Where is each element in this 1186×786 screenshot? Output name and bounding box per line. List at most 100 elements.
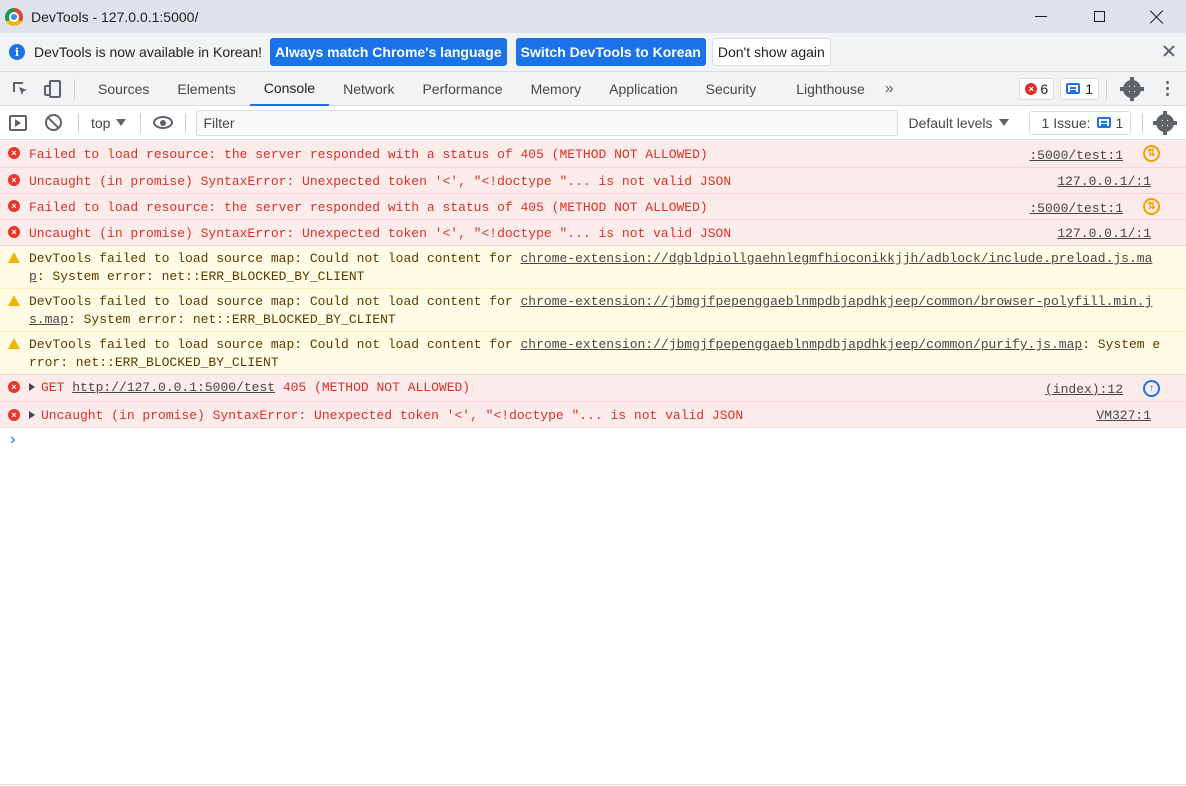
close-icon — [1150, 10, 1164, 24]
settings-button[interactable] — [1120, 76, 1144, 101]
message-text: DevTools failed to load source map: Coul… — [29, 336, 1161, 372]
language-infobar: i DevTools is now available in Korean! A… — [0, 33, 1186, 72]
console-message-warning: DevTools failed to load source map: Coul… — [0, 289, 1186, 332]
tab-performance[interactable]: Performance — [408, 72, 516, 106]
console-message-warning: DevTools failed to load source map: Coul… — [0, 332, 1186, 375]
tab-application[interactable]: Application — [595, 72, 692, 106]
message-source-link[interactable]: 127.0.0.1/:1 — [1057, 173, 1151, 191]
console-message-warning: DevTools failed to load source map: Coul… — [0, 246, 1186, 289]
service-worker-icon[interactable]: ⇅ — [1143, 198, 1160, 215]
tab-memory[interactable]: Memory — [517, 72, 596, 106]
message-source-link[interactable]: VM327:1 — [1096, 407, 1151, 425]
expand-triangle-icon[interactable] — [29, 382, 35, 391]
live-expression-eye-icon[interactable] — [153, 116, 174, 129]
separator — [140, 112, 142, 133]
devtools-tab-bar: Sources Elements Console Network Perform… — [0, 72, 1186, 106]
error-icon: × — [8, 226, 20, 238]
title-bar: DevTools - 127.0.0.1:5000/ — [0, 0, 1186, 33]
message-text: GET http://127.0.0.1:5000/test 405 (METH… — [29, 379, 470, 397]
message-counter[interactable]: 1 — [1060, 77, 1099, 100]
maximize-button[interactable] — [1070, 0, 1128, 33]
message-prefix: DevTools failed to load source map: Coul… — [29, 294, 521, 309]
gear-icon — [1153, 110, 1178, 135]
separator — [1106, 78, 1107, 99]
warning-icon — [8, 252, 20, 263]
message-icon — [1066, 83, 1081, 94]
message-text: Uncaught (in promise) SyntaxError: Unexp… — [29, 407, 743, 425]
message-text: DevTools failed to load source map: Coul… — [29, 250, 1161, 286]
error-count: 6 — [1040, 80, 1049, 97]
message-prefix: DevTools failed to load source map: Coul… — [29, 251, 521, 266]
console-message-error: × Uncaught (in promise) SyntaxError: Une… — [0, 168, 1186, 194]
request-status: 405 (METHOD NOT ALLOWED) — [282, 380, 471, 395]
maximize-icon — [1093, 11, 1105, 22]
tab-sources[interactable]: Sources — [84, 72, 163, 106]
clear-console-icon[interactable] — [45, 114, 62, 131]
console-message-error: × Uncaught (in promise) SyntaxError: Une… — [0, 220, 1186, 246]
infobar-message: DevTools is now available in Korean! — [34, 44, 263, 60]
log-levels-dropdown[interactable]: Default levels — [908, 114, 1009, 131]
minimize-button[interactable] — [1012, 0, 1070, 33]
minimize-icon — [1035, 16, 1047, 17]
window-controls — [1012, 0, 1186, 33]
chrome-logo-icon — [5, 7, 23, 26]
message-source-link[interactable]: 127.0.0.1/:1 — [1057, 225, 1151, 243]
console-message-error[interactable]: × Uncaught (in promise) SyntaxError: Une… — [0, 402, 1186, 428]
dont-show-again-button[interactable]: Don't show again — [711, 38, 831, 66]
console-message-error: × Failed to load resource: the server re… — [0, 194, 1186, 220]
console-toolbar: top Default levels 1 Issue: 1 — [0, 106, 1186, 140]
always-match-language-button[interactable]: Always match Chrome's language — [270, 38, 507, 66]
console-settings-button[interactable] — [1153, 110, 1178, 135]
gear-icon — [1120, 76, 1144, 101]
device-toolbar-icon[interactable] — [42, 78, 64, 100]
warning-icon — [8, 295, 20, 306]
chevron-down-icon — [998, 119, 1009, 126]
context-label: top — [91, 114, 111, 131]
separator — [74, 78, 75, 99]
console-message-network-error[interactable]: × GET http://127.0.0.1:5000/test 405 (ME… — [0, 375, 1186, 402]
message-source-link[interactable]: :5000/test:1 — [1029, 147, 1123, 165]
request-url-link[interactable]: http://127.0.0.1:5000/test — [72, 380, 275, 395]
tab-elements[interactable]: Elements — [163, 72, 249, 106]
tab-security[interactable]: Security — [692, 72, 783, 106]
issues-count: 1 — [1115, 114, 1124, 131]
error-icon: × — [8, 200, 20, 212]
network-request-icon[interactable]: ↑ — [1143, 380, 1160, 397]
tab-console[interactable]: Console — [249, 72, 330, 106]
infobar-close-icon[interactable] — [1162, 44, 1176, 58]
message-source-link[interactable]: (index):12 — [1045, 381, 1123, 399]
close-window-button[interactable] — [1128, 0, 1186, 33]
console-prompt[interactable]: › — [8, 431, 18, 449]
message-prefix: DevTools failed to load source map: Coul… — [29, 337, 521, 352]
issue-icon — [1096, 117, 1111, 128]
chevron-down-icon — [116, 119, 127, 126]
service-worker-icon[interactable]: ⇅ — [1143, 145, 1160, 162]
separator — [185, 112, 187, 133]
message-body: Uncaught (in promise) SyntaxError: Unexp… — [41, 408, 744, 423]
message-suffix: : System error: net::ERR_BLOCKED_BY_CLIE… — [68, 312, 396, 327]
switch-to-korean-button[interactable]: Switch DevTools to Korean — [515, 38, 706, 66]
filter-input[interactable] — [196, 109, 899, 136]
error-icon: × — [8, 381, 20, 393]
tabbar-right: × 6 1 — [1019, 76, 1186, 101]
tab-lighthouse[interactable]: Lighthouse — [782, 72, 879, 106]
bottom-divider — [0, 784, 1186, 785]
source-map-link[interactable]: chrome-extension://jbmgjfpepenggaeblnmpd… — [520, 337, 1082, 352]
message-source-link[interactable]: :5000/test:1 — [1029, 200, 1123, 218]
log-levels-label: Default levels — [908, 114, 993, 131]
message-text: DevTools failed to load source map: Coul… — [29, 293, 1161, 329]
console-sidebar-icon[interactable] — [9, 114, 27, 131]
error-icon: × — [8, 174, 20, 186]
context-selector[interactable]: top — [91, 114, 127, 131]
error-icon: × — [8, 147, 20, 159]
more-options-icon[interactable] — [1158, 81, 1176, 96]
separator — [78, 112, 79, 133]
inspect-element-icon[interactable] — [9, 78, 31, 100]
error-counter[interactable]: × 6 — [1019, 77, 1055, 100]
expand-triangle-icon[interactable] — [29, 410, 35, 419]
window-title: DevTools - 127.0.0.1:5000/ — [31, 8, 199, 25]
tab-network[interactable]: Network — [329, 72, 408, 106]
issues-button[interactable]: 1 Issue: 1 — [1028, 110, 1132, 135]
message-text: Uncaught (in promise) SyntaxError: Unexp… — [29, 226, 732, 241]
more-tabs-icon[interactable]: » — [879, 80, 900, 98]
